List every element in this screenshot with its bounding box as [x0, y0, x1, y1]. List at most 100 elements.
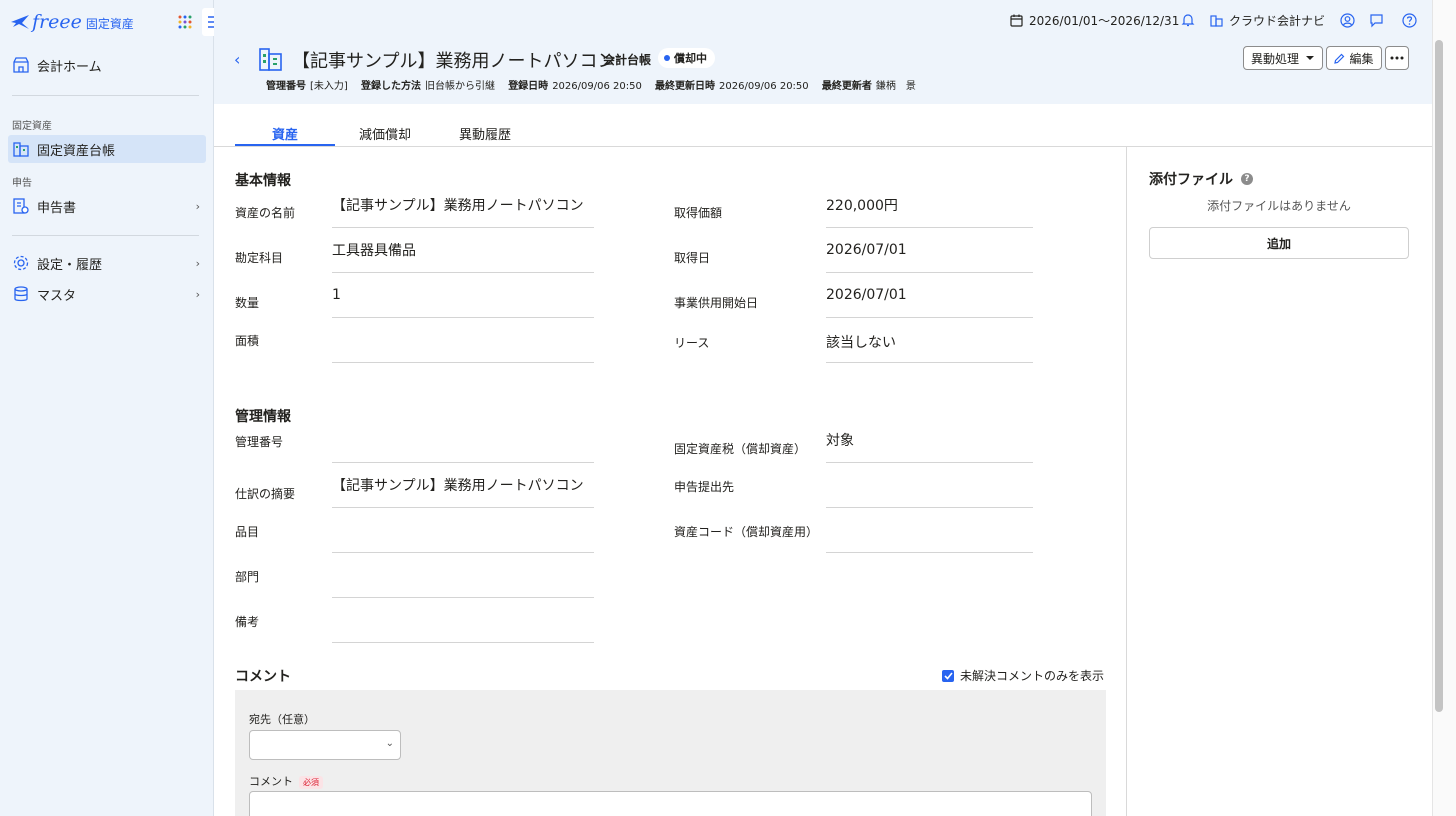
field-value: 対象 — [826, 418, 1033, 463]
apps-grid-icon[interactable] — [178, 15, 192, 29]
attachments-panel: 添付ファイル ? 添付ファイルはありません 追加 — [1126, 147, 1432, 816]
filter-label: 未解決コメントのみを表示 — [960, 669, 1105, 683]
comment-label: コメント — [249, 775, 293, 788]
caret-down-icon — [1306, 56, 1314, 60]
field-value — [332, 508, 594, 553]
sidebar-item-master[interactable]: マスタ › — [8, 280, 206, 308]
basic-info-title: 基本情報 — [235, 173, 291, 189]
scrollbar-thumb[interactable] — [1435, 40, 1443, 712]
meta-label: 管理番号 — [266, 81, 306, 92]
logo[interactable]: freee 固定資産 — [10, 10, 134, 34]
building-icon — [12, 140, 30, 158]
status-dot-icon — [664, 55, 670, 61]
field-value: 該当しない — [826, 318, 1033, 363]
help-icon[interactable] — [1401, 12, 1417, 28]
meta-label: 最終更新者 — [821, 81, 872, 92]
meta-label: 登録日時 — [508, 81, 549, 92]
field-value — [332, 553, 594, 598]
meta-label: 登録した方法 — [361, 81, 421, 92]
sidebar-item-settings[interactable]: 設定・履歴 › — [8, 249, 206, 277]
checkbox-checked-icon — [942, 669, 954, 682]
more-horizontal-icon — [1390, 56, 1404, 60]
comments-title: コメント — [235, 669, 291, 685]
fiscal-period-selector[interactable]: 2026/01/01〜2026/12/31 — [1010, 12, 1179, 29]
meta-value: 2026/09/06 20:50 — [552, 81, 642, 92]
chevron-down-icon: ⌄ — [385, 738, 394, 749]
field-value: 2026/07/01 — [826, 273, 1033, 318]
cloud-accounting-navi-label: クラウド会計ナビ — [1229, 14, 1326, 28]
help-icon[interactable]: ? — [1241, 173, 1253, 185]
comment-label-row: コメント 必須 — [249, 773, 323, 789]
gear-icon — [12, 254, 30, 272]
field-value — [332, 318, 594, 363]
asset-tabs: 資産 減価償却 異動履歴 — [214, 104, 1432, 147]
chevron-right-icon: › — [195, 287, 200, 301]
tab-asset[interactable]: 資産 — [235, 124, 335, 143]
comment-textarea[interactable] — [249, 791, 1092, 816]
field-label: 備考 — [235, 615, 260, 629]
field-label: 数量 — [235, 296, 260, 310]
cloud-accounting-navi-link[interactable]: クラウド会計ナビ — [1210, 12, 1325, 29]
field-value: 【記事サンプル】業務用ノートパソコン — [332, 183, 594, 228]
comment-form: 宛先（任意） ⌄ コメント 必須 — [235, 690, 1106, 816]
transfer-dropdown-button[interactable]: 異動処理 — [1243, 46, 1323, 70]
field-label: 資産コード（償却資産用） — [674, 525, 819, 539]
field-label: 取得日 — [674, 251, 711, 265]
field-value — [826, 463, 1033, 508]
required-badge: 必須 — [299, 775, 323, 789]
sidebar-item-ledger[interactable]: 固定資産台帳 — [8, 135, 206, 163]
meta-value: 2026/09/06 20:50 — [719, 81, 809, 92]
sidebar-item-label: 申告書 — [37, 200, 77, 216]
edit-button[interactable]: 編集 — [1326, 46, 1382, 70]
meta-value: 旧台帳から引継 — [425, 81, 495, 92]
product-name: 固定資産 — [85, 16, 134, 31]
transfer-label: 異動処理 — [1250, 51, 1299, 66]
field-label: 管理番号 — [235, 435, 284, 449]
field-value — [826, 508, 1033, 553]
page-scrollbar[interactable] — [1432, 0, 1456, 816]
more-options-button[interactable] — [1385, 46, 1409, 70]
tab-depreciation[interactable]: 減価償却 — [335, 124, 435, 143]
active-tab-indicator — [235, 144, 335, 146]
meta-label: 最終更新日時 — [655, 81, 716, 92]
recipient-select[interactable]: ⌄ — [249, 730, 401, 760]
status-text: 償却中 — [674, 52, 707, 65]
field-value: 1 — [332, 273, 594, 318]
meta-value: [未入力] — [310, 81, 348, 92]
field-label: 面積 — [235, 334, 260, 348]
divider — [12, 95, 199, 96]
brand-name: freee — [32, 11, 82, 33]
divider — [12, 235, 199, 236]
field-label: 事業供用開始日 — [674, 296, 759, 310]
sidebar-item-label: 固定資産台帳 — [37, 143, 116, 159]
nav-section-filing: 申告 — [12, 178, 32, 189]
status-badge: 償却中 — [658, 48, 715, 68]
field-label: 資産の名前 — [235, 206, 296, 220]
user-icon[interactable] — [1339, 12, 1355, 28]
chat-icon[interactable] — [1368, 12, 1384, 28]
attachments-title: 添付ファイル — [1149, 172, 1233, 188]
sidebar-item-filing[interactable]: 申告書 › — [8, 192, 206, 220]
tab-transfer-history[interactable]: 異動履歴 — [435, 124, 535, 143]
back-chevron-icon[interactable]: ‹ — [234, 50, 240, 69]
edit-label: 編集 — [1349, 51, 1374, 66]
sidebar-item-label: マスタ — [37, 288, 77, 304]
add-attachment-button[interactable]: 追加 — [1149, 227, 1409, 259]
field-value: 工具器具備品 — [332, 228, 594, 273]
top-header: 2026/01/01〜2026/12/31 クラウド会計ナビ — [214, 0, 1432, 40]
bell-icon[interactable] — [1180, 12, 1196, 28]
page-title: 【記事サンプル】業務用ノートパソコン — [292, 51, 616, 72]
meta-value: 鎌柄 景 — [875, 81, 916, 92]
field-label: 勘定科目 — [235, 251, 284, 265]
field-value — [332, 418, 594, 463]
management-info-title: 管理情報 — [235, 409, 291, 425]
building-icon — [258, 46, 284, 76]
sidebar-item-home[interactable]: 会計ホーム — [8, 51, 206, 79]
store-icon — [12, 56, 30, 74]
asset-meta: 管理番号 [未入力] 登録した方法 旧台帳から引継 登録日時 2026/09/06 2… — [266, 77, 926, 92]
unresolved-filter-checkbox[interactable]: 未解決コメントのみを表示 — [942, 667, 1104, 684]
building-icon — [1210, 15, 1223, 27]
ledger-type-label: 会計台帳 — [603, 53, 652, 67]
field-label: 仕訳の摘要 — [235, 487, 296, 501]
document-building-icon — [12, 197, 30, 215]
